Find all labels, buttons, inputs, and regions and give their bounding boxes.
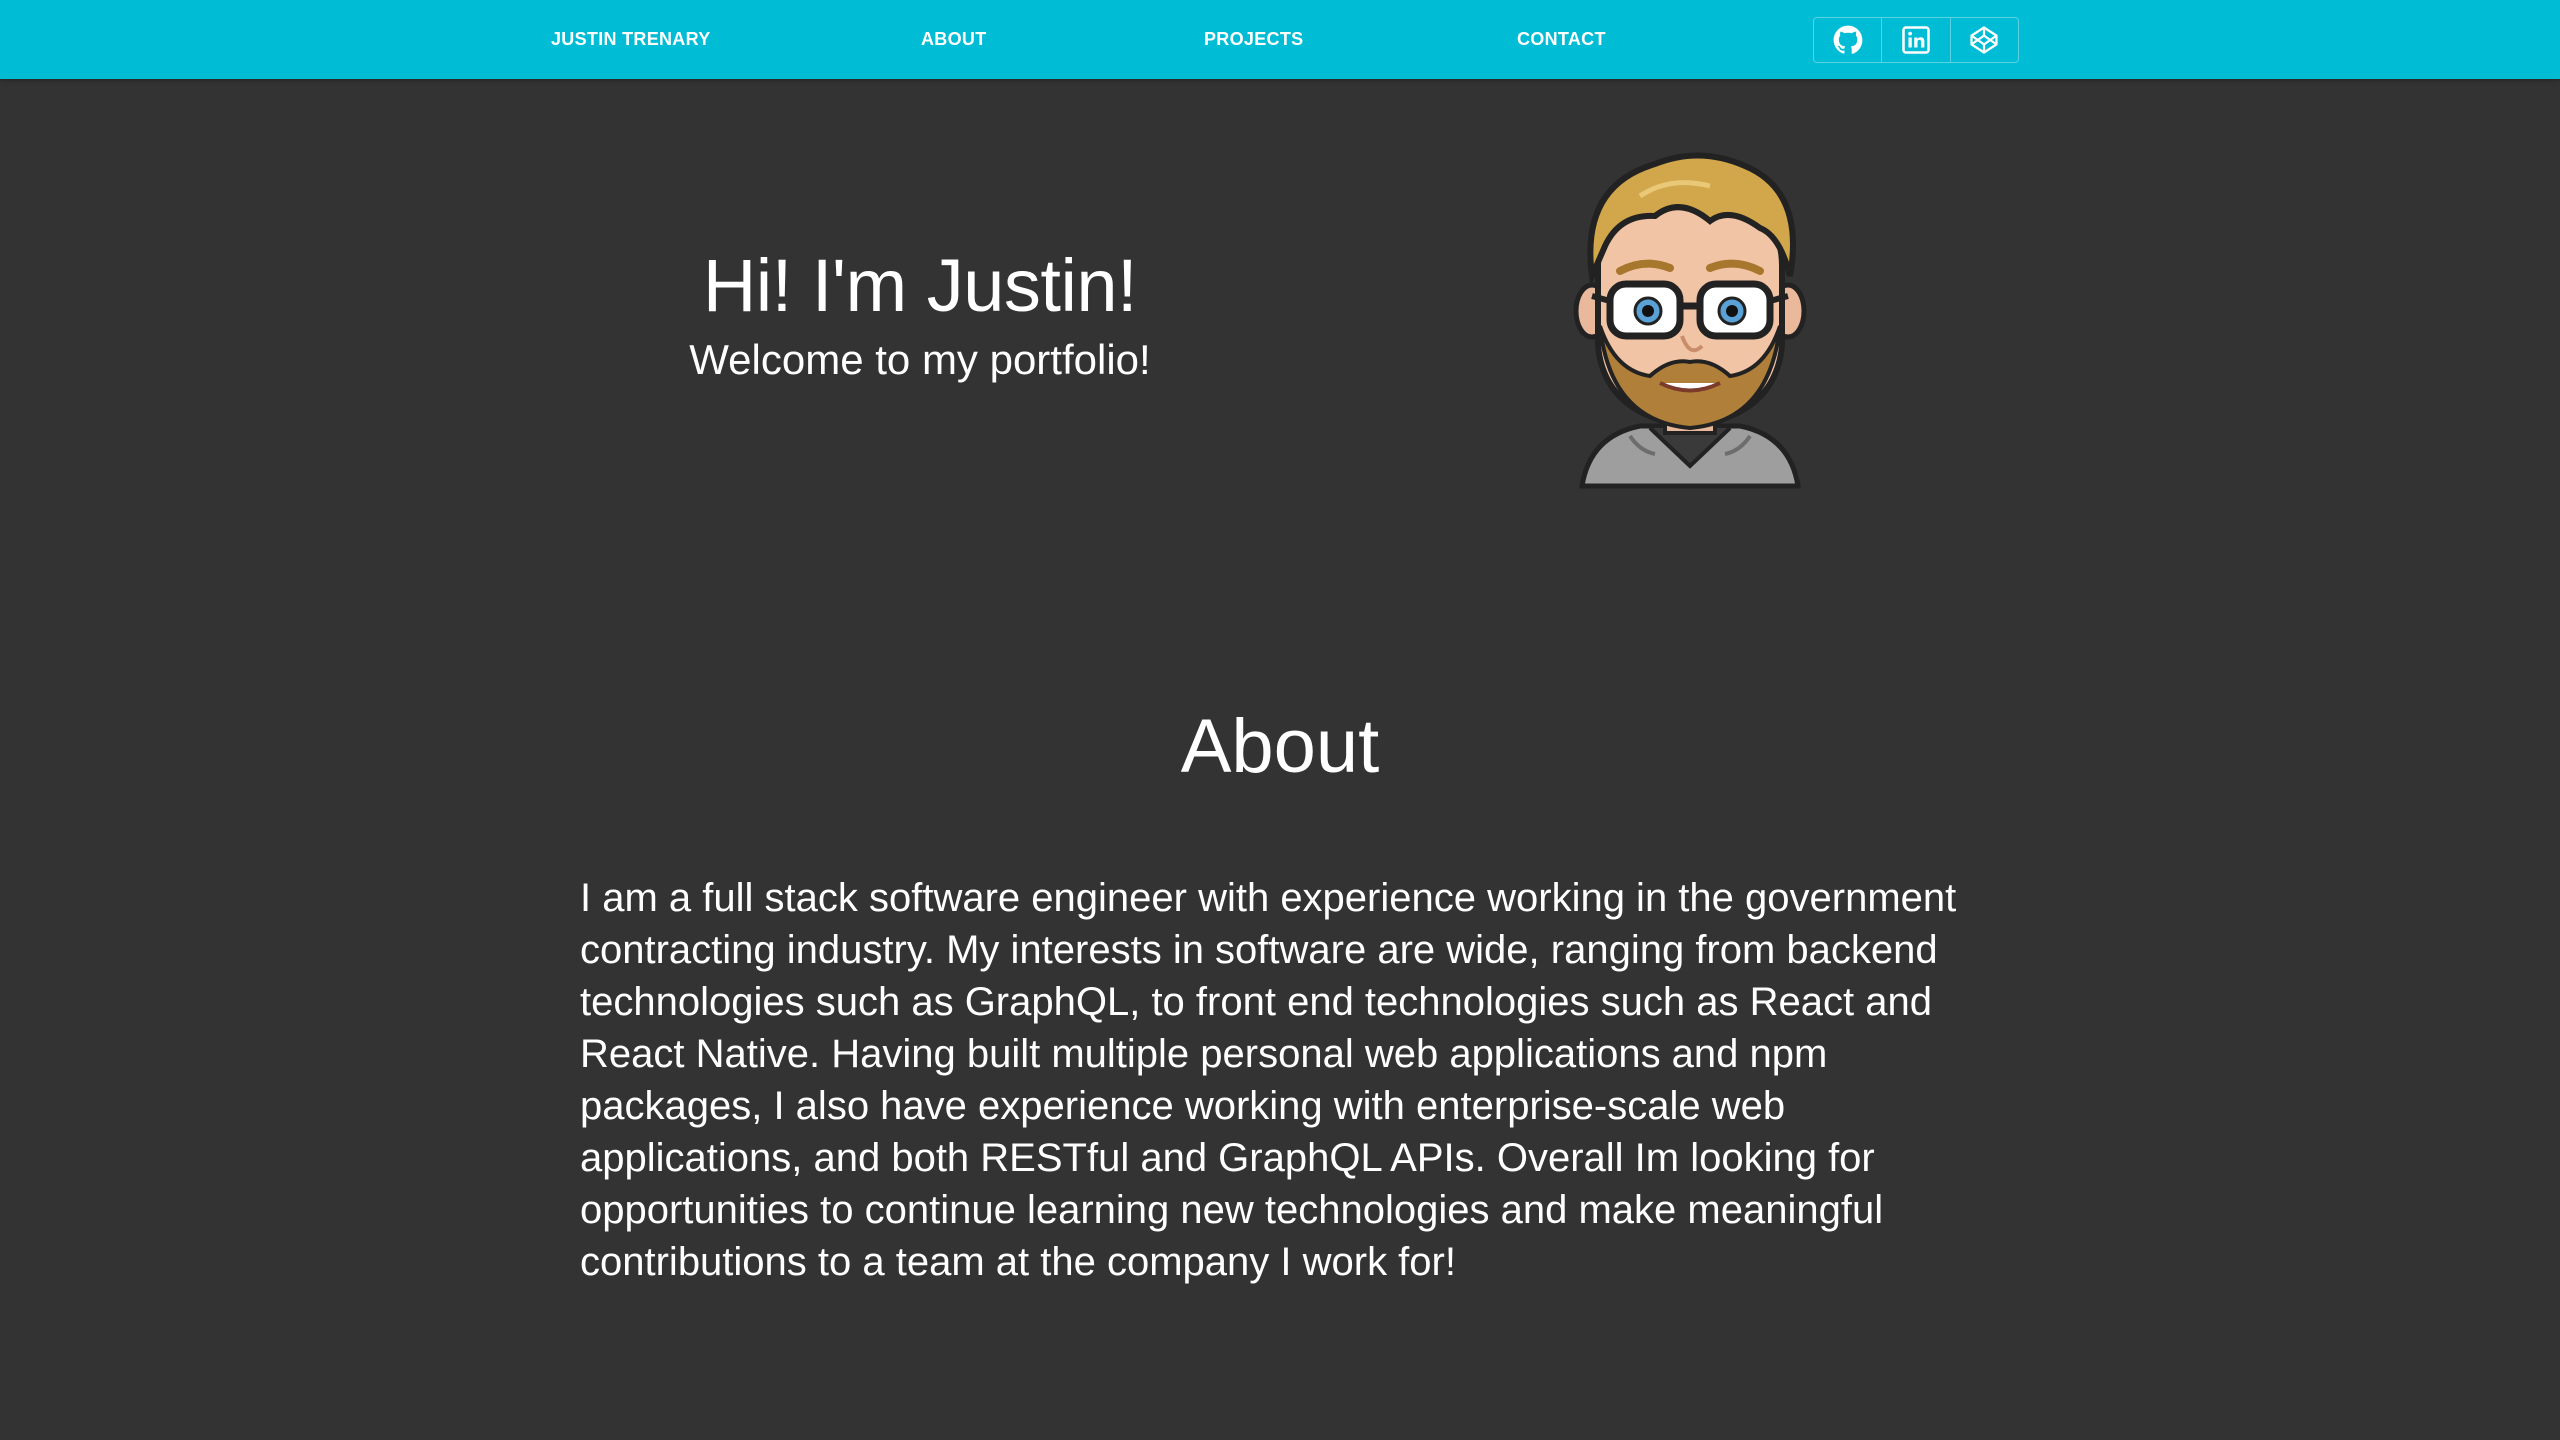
hero-subtitle: Welcome to my portfolio! [689, 336, 1151, 383]
nav-about-link[interactable]: ABOUT [921, 0, 987, 79]
linkedin-icon [1902, 26, 1930, 54]
nav-brand-link[interactable]: JUSTIN TRENARY [551, 0, 711, 79]
about-paragraph: I am a full stack software engineer with… [580, 876, 1957, 1284]
avatar [1573, 152, 1807, 489]
linkedin-button[interactable] [1882, 18, 1951, 62]
nav-projects-link[interactable]: PROJECTS [1204, 0, 1303, 79]
nav-contact-link[interactable]: CONTACT [1517, 0, 1606, 79]
about-section-title: About [1180, 704, 1380, 789]
hero-title: Hi! I'm Justin! [702, 244, 1138, 327]
github-button[interactable] [1814, 18, 1883, 62]
social-links-group [1813, 17, 2019, 63]
codepen-button[interactable] [1951, 18, 2018, 62]
top-navbar: JUSTIN TRENARY ABOUT PROJECTS CONTACT [0, 0, 2560, 79]
github-icon [1833, 25, 1863, 54]
codepen-icon [1970, 26, 1998, 54]
